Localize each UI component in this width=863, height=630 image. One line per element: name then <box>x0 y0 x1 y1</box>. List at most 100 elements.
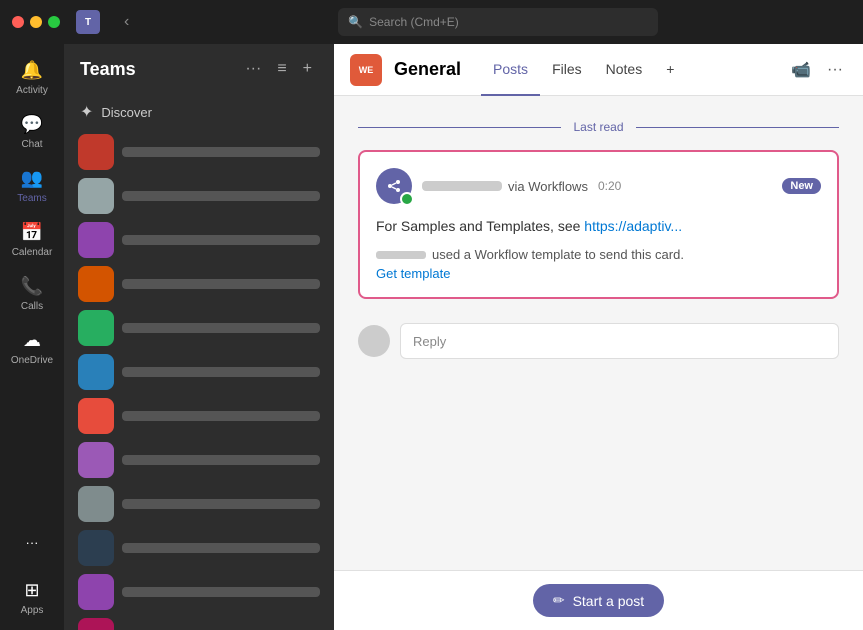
add-tab-button[interactable]: + <box>654 44 686 96</box>
tab-files[interactable]: Files <box>540 44 594 96</box>
tab-posts[interactable]: Posts <box>481 44 540 96</box>
adaptive-card-link[interactable]: https://adaptiv... <box>584 218 682 234</box>
reply-input[interactable]: Reply <box>400 323 839 359</box>
teams-add-button[interactable]: + <box>297 56 318 82</box>
message-time: 0:20 <box>598 179 621 193</box>
teams-icon: 👥 <box>20 166 44 190</box>
activity-icon: 🔔 <box>20 58 44 82</box>
maximize-button[interactable] <box>48 16 60 28</box>
message-card: via Workflows 0:20 New For Samples and T… <box>358 150 839 299</box>
back-button[interactable]: ‹ <box>116 9 137 35</box>
team-name <box>122 147 320 157</box>
team-avatar <box>78 486 114 522</box>
channel-name: General <box>394 59 461 80</box>
sidebar-item-chat[interactable]: 💬 Chat <box>6 106 58 156</box>
titlebar: T ‹ 🔍 Search (Cmd+E) <box>0 0 863 44</box>
new-badge: New <box>782 178 821 194</box>
tab-notes[interactable]: Notes <box>594 44 655 96</box>
reply-area: Reply <box>358 315 839 367</box>
list-item[interactable] <box>72 174 326 218</box>
sidebar-item-teams[interactable]: 👥 Teams <box>6 160 58 210</box>
team-avatar <box>78 222 114 258</box>
main-layout: 🔔 Activity 💬 Chat 👥 Teams 📅 Calendar 📞 C… <box>0 44 863 630</box>
team-name <box>122 191 320 201</box>
last-read-divider: Last read <box>358 120 839 134</box>
team-name <box>122 455 320 465</box>
message-body-text: For Samples and Templates, see <box>376 218 584 234</box>
team-avatar <box>78 618 114 630</box>
close-button[interactable] <box>12 16 24 28</box>
list-item[interactable] <box>72 306 326 350</box>
video-call-button[interactable]: 📹 <box>787 56 815 84</box>
team-avatar <box>78 266 114 302</box>
list-item[interactable] <box>72 350 326 394</box>
channel-avatar: WE <box>350 54 382 86</box>
team-name <box>122 543 320 553</box>
teams-panel: Teams ··· ≡ + ✦ Discover <box>64 44 334 630</box>
teams-header-actions: ··· ≡ + <box>239 56 318 82</box>
team-name <box>122 587 320 597</box>
minimize-button[interactable] <box>30 16 42 28</box>
chat-label: Chat <box>21 139 42 150</box>
activity-label: Activity <box>16 85 48 96</box>
team-name <box>122 235 320 245</box>
channel-header-right: 📹 ··· <box>787 56 847 84</box>
discover-section[interactable]: ✦ Discover <box>64 94 334 130</box>
sidebar-item-onedrive[interactable]: ☁ OneDrive <box>6 322 58 372</box>
teams-more-button[interactable]: ··· <box>239 56 267 82</box>
sidebar-item-calls[interactable]: 📞 Calls <box>6 268 58 318</box>
sidebar-item-calendar[interactable]: 📅 Calendar <box>6 214 58 264</box>
teams-list: ▼ WE WebhookTest General › Hidden teams <box>64 130 334 630</box>
list-item[interactable] <box>72 614 326 630</box>
message-header: via Workflows 0:20 New <box>376 168 821 204</box>
app-logo: T <box>76 10 100 34</box>
list-item[interactable] <box>72 262 326 306</box>
sidebar-item-more[interactable]: ··· <box>6 524 58 560</box>
teams-header: Teams ··· ≡ + <box>64 44 334 94</box>
onedrive-icon: ☁ <box>20 328 44 352</box>
list-item[interactable] <box>72 482 326 526</box>
team-avatar <box>78 398 114 434</box>
list-item[interactable] <box>72 218 326 262</box>
teams-filter-button[interactable]: ≡ <box>271 56 292 82</box>
start-post-button[interactable]: ✏ Start a post <box>533 584 664 617</box>
team-avatar <box>78 354 114 390</box>
team-name <box>122 279 320 289</box>
team-avatar <box>78 442 114 478</box>
content-area: WE General Posts Files Notes + 📹 ··· <box>334 44 863 630</box>
list-item[interactable] <box>72 130 326 174</box>
team-avatar <box>78 178 114 214</box>
team-avatar <box>78 530 114 566</box>
list-item[interactable] <box>72 438 326 482</box>
sender-info: via Workflows 0:20 <box>422 179 772 194</box>
search-placeholder: Search (Cmd+E) <box>369 15 459 29</box>
team-name <box>122 323 320 333</box>
sidebar-item-apps[interactable]: ⊞ Apps <box>6 572 58 622</box>
sidebar-item-activity[interactable]: 🔔 Activity <box>6 52 58 102</box>
calls-label: Calls <box>21 301 43 312</box>
message-footer: used a Workflow template to send this ca… <box>376 247 821 262</box>
teams-title: Teams <box>80 59 231 80</box>
discover-label: Discover <box>101 105 152 120</box>
team-avatar <box>78 574 114 610</box>
search-icon: 🔍 <box>348 15 363 29</box>
list-item[interactable] <box>72 394 326 438</box>
last-read-label: Last read <box>573 120 623 134</box>
discover-icon: ✦ <box>80 102 93 122</box>
reply-avatar <box>358 325 390 357</box>
search-bar[interactable]: 🔍 Search (Cmd+E) <box>338 8 658 36</box>
calendar-label: Calendar <box>12 247 53 258</box>
list-item[interactable] <box>72 526 326 570</box>
onedrive-label: OneDrive <box>11 355 53 366</box>
apps-icon: ⊞ <box>20 578 44 602</box>
last-read-line-left <box>358 127 561 128</box>
team-avatar <box>78 310 114 346</box>
channel-more-button[interactable]: ··· <box>823 57 847 83</box>
get-template-link[interactable]: Get template <box>376 266 821 281</box>
channel-tabs: Posts Files Notes + <box>481 44 686 96</box>
workflow-used-text: used a Workflow template to send this ca… <box>432 247 684 262</box>
via-workflows-text: via Workflows <box>508 179 588 194</box>
posts-area: Last read <box>334 96 863 570</box>
list-item[interactable] <box>72 570 326 614</box>
more-icon: ··· <box>20 530 44 554</box>
